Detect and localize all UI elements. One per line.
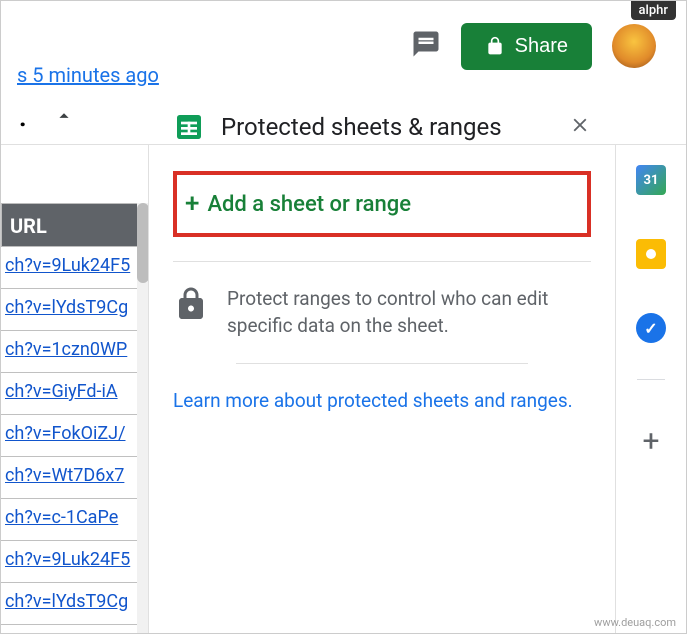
add-label: Add a sheet or range bbox=[207, 192, 411, 217]
scrollbar-thumb[interactable] bbox=[137, 203, 149, 283]
table-row[interactable]: ch?v=9Luk24F5 bbox=[1, 247, 148, 289]
lock-icon bbox=[485, 36, 505, 56]
tasks-icon[interactable]: ✓ bbox=[636, 313, 666, 343]
info-text: Protect ranges to control who can edit s… bbox=[227, 286, 591, 339]
learn-more-link[interactable]: Learn more about protected sheets and ra… bbox=[173, 389, 573, 412]
column-header-url[interactable]: URL bbox=[1, 203, 148, 247]
add-sheet-range-highlight: + Add a sheet or range bbox=[173, 171, 591, 237]
close-icon[interactable] bbox=[569, 114, 591, 140]
table-row[interactable]: ch?v=1czn0WP bbox=[1, 331, 148, 373]
comment-icon[interactable] bbox=[411, 29, 441, 63]
panel-title: Protected sheets & ranges bbox=[221, 113, 553, 141]
table-row[interactable]: ch?v=c-1CaPe bbox=[1, 499, 148, 541]
avatar[interactable] bbox=[612, 24, 656, 68]
watermark: www.deuaq.com bbox=[594, 616, 676, 629]
plus-icon: + bbox=[185, 189, 199, 219]
add-addon-icon[interactable]: + bbox=[642, 424, 659, 459]
right-side-rail: 31 ✓ + bbox=[616, 145, 686, 633]
toolbar-menu-dot[interactable]: . bbox=[11, 103, 35, 133]
table-row[interactable]: ch?v=FokOiZJ/ bbox=[1, 415, 148, 457]
calendar-icon[interactable]: 31 bbox=[636, 165, 666, 195]
main-area: URL ch?v=9Luk24F5 ch?v=lYdsT9Cg ch?v=1cz… bbox=[1, 145, 686, 633]
table-row[interactable]: ch?v=9Luk24F5 bbox=[1, 541, 148, 583]
last-edit-link[interactable]: s 5 minutes ago bbox=[17, 63, 159, 87]
table-row[interactable]: ch?v=lYdsT9Cg bbox=[1, 583, 148, 625]
chevron-up-icon[interactable] bbox=[35, 105, 93, 131]
keep-icon[interactable] bbox=[636, 239, 666, 269]
lock-icon bbox=[173, 286, 209, 326]
sheets-icon bbox=[173, 111, 205, 143]
top-bar: s 5 minutes ago Share bbox=[1, 1, 686, 91]
spreadsheet-area: URL ch?v=9Luk24F5 ch?v=lYdsT9Cg ch?v=1cz… bbox=[1, 145, 149, 633]
divider bbox=[173, 261, 591, 262]
divider bbox=[236, 363, 529, 364]
table-row[interactable]: ch?v=GiyFd-iA bbox=[1, 373, 148, 415]
rail-divider bbox=[637, 379, 665, 380]
add-sheet-or-range-button[interactable]: + Add a sheet or range bbox=[177, 189, 411, 219]
scrollbar-track[interactable] bbox=[137, 203, 149, 633]
protected-ranges-panel: Protected sheets & ranges + Add a sheet … bbox=[149, 145, 616, 633]
table-row[interactable]: ch?v=lYdsT9Cg bbox=[1, 289, 148, 331]
panel-header: Protected sheets & ranges bbox=[173, 111, 591, 143]
table-row[interactable]: ch?v=Wt7D6x7 bbox=[1, 457, 148, 499]
share-label: Share bbox=[515, 35, 568, 58]
alphr-badge: alphr bbox=[631, 1, 676, 20]
share-button[interactable]: Share bbox=[461, 23, 592, 70]
info-row: Protect ranges to control who can edit s… bbox=[173, 286, 591, 339]
